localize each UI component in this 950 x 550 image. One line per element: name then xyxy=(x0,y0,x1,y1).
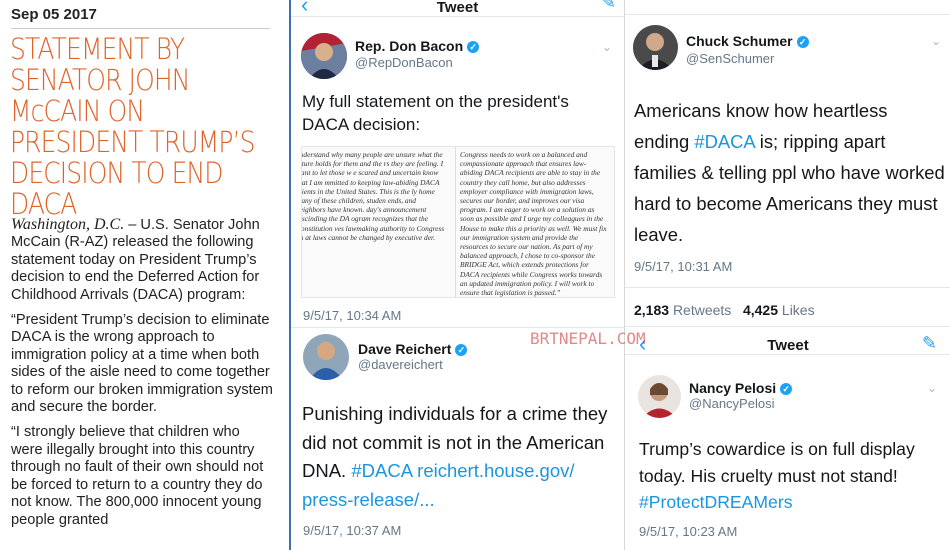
don-bacon-tweet-text: My full statement on the president's DAC… xyxy=(302,92,569,134)
tweet-options-chevron-icon[interactable]: ⌄ xyxy=(931,34,941,48)
article-date: Sep 05 2017 xyxy=(11,6,97,23)
nancy-pelosi-handle[interactable]: @NancyPelosi xyxy=(689,396,774,411)
chuck-schumer-timestamp[interactable]: 9/5/17, 10:31 AM xyxy=(634,259,732,274)
tweet-header-title-2: Tweet xyxy=(767,337,809,354)
tweet-separator xyxy=(291,327,624,328)
statement-column-left: understand why many people are unsure wh… xyxy=(301,150,445,242)
chuck-schumer-avatar[interactable] xyxy=(633,25,678,70)
date-rule xyxy=(11,28,270,29)
retweet-label: Retweets xyxy=(672,302,732,318)
don-bacon-avatar-image xyxy=(301,33,347,79)
nancy-pelosi-avatar-image xyxy=(638,375,681,418)
nancy-pelosi-avatar[interactable] xyxy=(638,375,681,418)
article-paragraph-1: Washington, D.C. – U.S. Senator John McC… xyxy=(11,216,273,304)
site-watermark: BRTNEPAL.COM xyxy=(530,329,646,348)
nancy-pelosi-timestamp[interactable]: 9/5/17, 10:23 AM xyxy=(639,524,737,539)
dave-reichert-avatar[interactable] xyxy=(303,334,349,380)
compose-tweet-icon[interactable]: ✎ xyxy=(601,0,616,13)
article-paragraph-3: “I strongly believe that children who we… xyxy=(11,424,264,528)
article-panel: Sep 05 2017 STATEMENT BY SENATOR JOHN Mc… xyxy=(0,0,286,550)
don-bacon-timestamp[interactable]: 9/5/17, 10:34 AM xyxy=(303,308,401,323)
don-bacon-avatar[interactable] xyxy=(301,33,347,79)
article-dateline: Washington, D.C. xyxy=(11,216,125,233)
tweet-header: ‹ Tweet ✎ xyxy=(291,0,624,17)
verified-badge-icon: ✓ xyxy=(796,36,809,48)
verified-badge-icon: ✓ xyxy=(455,344,468,356)
dave-reichert-handle[interactable]: @davereichert xyxy=(358,357,443,372)
chuck-schumer-handle[interactable]: @SenSchumer xyxy=(686,51,774,66)
daca-hashtag[interactable]: #DACA xyxy=(351,460,412,481)
daca-hashtag[interactable]: #DACA xyxy=(694,131,754,152)
don-bacon-handle[interactable]: @RepDonBacon xyxy=(355,55,453,70)
article-body: Washington, D.C. – U.S. Senator John McC… xyxy=(11,216,273,537)
chuck-schumer-name[interactable]: Chuck Schumer ✓ xyxy=(686,33,809,49)
tweet-stats: 2,183 Retweets 4,425 Likes xyxy=(634,302,815,318)
don-bacon-name[interactable]: Rep. Don Bacon ✓ xyxy=(355,38,480,54)
compose-tweet-icon[interactable]: ✎ xyxy=(922,333,937,354)
nancy-pelosi-tweet-text: Trump’s cowardice is on full display tod… xyxy=(639,439,915,512)
article-headline: STATEMENT BY SENATOR JOHN McCAIN ON PRES… xyxy=(10,32,255,221)
tweet-header-2: ‹ Tweet ✎ xyxy=(625,333,950,355)
tweet-options-chevron-icon[interactable]: ⌄ xyxy=(602,40,612,54)
like-count[interactable]: 4,425 xyxy=(743,302,778,318)
chuck-schumer-avatar-image xyxy=(633,25,678,70)
middle-tweets-panel: ‹ Tweet ✎ Rep. Don Bacon ✓ @RepDonBacon ⌄… xyxy=(289,0,624,550)
retweet-count[interactable]: 2,183 xyxy=(634,302,669,318)
verified-badge-icon: ✓ xyxy=(467,41,480,53)
right-tweets-panel: Chuck Schumer ✓ @SenSchumer ⌄ Americans k… xyxy=(624,0,950,550)
dave-reichert-timestamp[interactable]: 9/5/17, 10:37 AM xyxy=(303,523,401,538)
dave-reichert-name[interactable]: Dave Reichert ✓ xyxy=(358,341,468,357)
statement-image[interactable]: understand why many people are unsure wh… xyxy=(301,146,615,298)
nancy-pelosi-name[interactable]: Nancy Pelosi ✓ xyxy=(689,380,793,396)
like-label: Likes xyxy=(781,302,815,318)
protectdreamers-hashtag[interactable]: #ProtectDREAMers xyxy=(639,492,793,512)
tweet-header-title: Tweet xyxy=(436,0,479,16)
statement-column-divider xyxy=(455,147,456,297)
stats-separator-top xyxy=(625,287,950,288)
stats-separator-bottom xyxy=(625,326,950,327)
article-paragraph-2: “President Trump’s decision to eliminate… xyxy=(11,312,273,416)
verified-badge-icon: ✓ xyxy=(780,383,793,395)
top-separator xyxy=(625,14,950,15)
tweet-options-chevron-icon[interactable]: ⌄ xyxy=(927,381,937,395)
statement-column-right: Congress needs to work on a balanced and… xyxy=(460,150,607,298)
dave-reichert-avatar-image xyxy=(303,334,349,380)
chuck-schumer-tweet-text: Americans know how heartless ending #DAC… xyxy=(634,100,945,245)
dave-reichert-tweet-text: Punishing individuals for a crime they d… xyxy=(302,403,608,510)
